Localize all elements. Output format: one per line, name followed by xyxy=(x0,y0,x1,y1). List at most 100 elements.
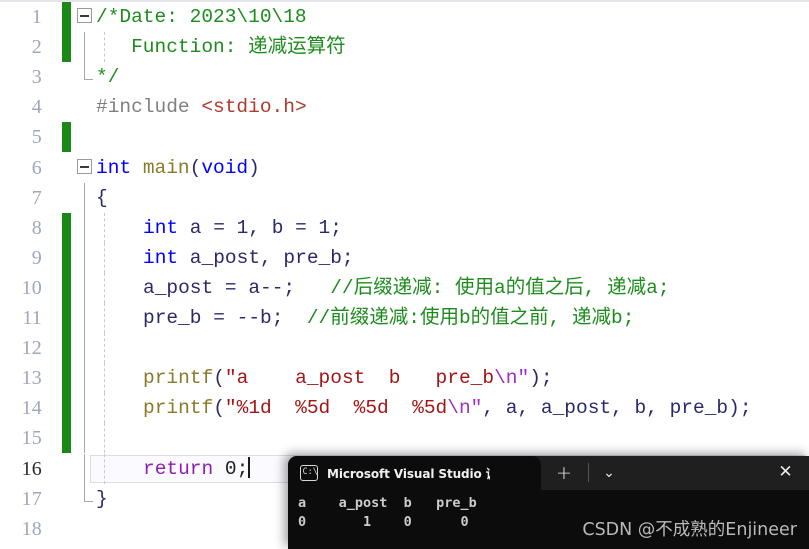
fold-region-line xyxy=(84,393,85,424)
indent-guide xyxy=(104,423,105,454)
fold-region-line xyxy=(84,423,85,454)
fold-region-line xyxy=(84,32,85,63)
token-comment-mid: Function: 递减运算符 xyxy=(96,36,346,59)
line-number: 18 xyxy=(21,517,42,540)
line-number: 11 xyxy=(22,307,42,329)
token-keyword-int: int xyxy=(96,156,132,179)
line-number: 8 xyxy=(31,216,42,239)
code-text: printf("%1d %5d %5d %5d\n", a, a_post, b… xyxy=(143,393,752,423)
editor-line[interactable]: 11 pre_b = --b; //前缀递减:使用b的值之前, 递减b; xyxy=(0,303,809,334)
token-escape-newline: \n" xyxy=(494,367,530,390)
editor-line[interactable]: 13 printf("a a_post b pre_b\n"); xyxy=(0,363,809,394)
fold-region-line xyxy=(84,62,85,81)
fold-column[interactable] xyxy=(76,2,96,32)
editor-line[interactable]: 12 xyxy=(0,333,809,364)
editor-line[interactable]: 4 #include <stdio.h> xyxy=(0,92,809,122)
token-function-main: main xyxy=(142,156,190,179)
change-bar xyxy=(62,122,71,153)
code-text: pre_b = --b; //前缀递减:使用b的值之前, 递减b; xyxy=(143,303,634,333)
fold-region-line xyxy=(84,363,85,394)
editor-line[interactable]: 14 printf("%1d %5d %5d %5d\n", a, a_post… xyxy=(0,393,809,424)
token-paren-open: ( xyxy=(213,397,225,420)
fold-region-end xyxy=(84,500,93,502)
editor-line[interactable]: 2 Function: 递减运算符 xyxy=(0,32,809,63)
change-bar xyxy=(62,363,71,394)
csdn-watermark: CSDN @不成熟的Enjineer xyxy=(582,520,797,540)
indent-guide xyxy=(104,272,105,303)
line-number: 3 xyxy=(31,66,42,89)
editor-line[interactable]: 8 int a = 1, b = 1; xyxy=(0,212,809,243)
fold-region-line xyxy=(84,333,85,364)
fold-column xyxy=(76,423,96,454)
token-preprocessor: #include xyxy=(96,96,202,119)
fold-column xyxy=(76,212,96,243)
line-number: 1 xyxy=(31,6,42,28)
token-keyword-int: int xyxy=(143,216,179,239)
code-text: int main(void) xyxy=(96,153,260,183)
line-number: 6 xyxy=(31,156,42,179)
console-tab-title: Microsoft Visual Studio 调试控制台 xyxy=(327,466,490,481)
indent-guide xyxy=(104,242,105,273)
fold-column xyxy=(76,483,96,514)
token-number-zero: 0; xyxy=(213,457,249,480)
fold-column[interactable] xyxy=(76,153,96,183)
editor-line[interactable]: 7 { xyxy=(0,182,809,213)
console-tab[interactable]: C:\ Microsoft Visual Studio 调试控制台 xyxy=(288,456,541,490)
line-number: 17 xyxy=(21,487,42,510)
change-bar xyxy=(62,272,71,303)
console-output-area[interactable]: a a_post b pre_b 0 1 0 0 CSDN @不成熟的Enjin… xyxy=(288,490,809,549)
chevron-down-icon[interactable]: ⌄ xyxy=(598,462,620,484)
change-bar xyxy=(62,423,71,454)
fold-column xyxy=(76,303,96,334)
fold-region-end xyxy=(84,79,93,81)
code-text: int a = 1, b = 1; xyxy=(143,213,342,243)
token-statement-a-post: a_post = a--; xyxy=(143,276,296,299)
console-icon: C:\ xyxy=(300,465,318,481)
fold-region-line xyxy=(84,303,85,334)
fold-column xyxy=(76,242,96,273)
line-number: 15 xyxy=(21,427,42,450)
token-comment-prefix: //前缀递减:使用b的值之前, 递减b; xyxy=(306,307,635,329)
fold-collapse-icon[interactable] xyxy=(77,8,92,23)
token-paren-close: ) xyxy=(248,156,260,179)
fold-region-line xyxy=(84,272,85,303)
fold-region-line xyxy=(84,212,85,243)
debug-console-window[interactable]: C:\ Microsoft Visual Studio 调试控制台 ✕ + ⌄ … xyxy=(288,456,809,549)
editor-line[interactable]: 9 int a_post, pre_b; xyxy=(0,242,809,273)
editor-line[interactable]: 6 int main(void) xyxy=(0,153,809,183)
console-tab-bar[interactable]: C:\ Microsoft Visual Studio 调试控制台 ✕ + ⌄ xyxy=(288,456,809,490)
fold-region-line xyxy=(84,182,85,213)
token-paren-open: ( xyxy=(189,156,202,179)
line-number: 16 xyxy=(21,457,42,480)
change-bar xyxy=(62,393,71,424)
line-number: 12 xyxy=(21,337,42,360)
token-paren-open: ( xyxy=(213,367,225,390)
indent-guide xyxy=(104,393,105,424)
fold-column xyxy=(76,182,96,213)
editor-line[interactable]: 10 a_post = a--; //后缀递减: 使用a的值之后, 递减a; xyxy=(0,272,809,303)
token-function-printf: printf xyxy=(143,367,214,390)
fold-column xyxy=(76,333,96,364)
code-text: #include <stdio.h> xyxy=(96,92,307,122)
change-bar xyxy=(62,212,71,243)
token-string-format: "%1d %5d %5d %5d xyxy=(224,397,448,420)
change-bar xyxy=(62,2,71,33)
code-text: /*Date: 2023\10\18 xyxy=(96,2,307,32)
editor-line[interactable]: 3 */ xyxy=(0,62,809,92)
console-icon-glyph: C:\ xyxy=(302,467,318,477)
token-declaration-post-pre: a_post, pre_b; xyxy=(178,246,354,269)
editor-line[interactable]: 1 /*Date: 2023\10\18 xyxy=(0,2,809,33)
token-brace-close: } xyxy=(96,487,108,510)
line-number: 4 xyxy=(31,96,42,119)
fold-region-line xyxy=(84,242,85,273)
token-comment-postfix: //后缀递减: 使用a的值之后, 递减a; xyxy=(330,276,670,299)
indent-guide xyxy=(104,453,105,484)
token-keyword-int: int xyxy=(143,246,179,269)
close-icon[interactable]: ✕ xyxy=(776,463,795,482)
fold-collapse-icon[interactable] xyxy=(77,158,92,174)
editor-line[interactable]: 5 xyxy=(0,122,809,153)
editor-line[interactable]: 15 xyxy=(0,423,809,454)
token-printf-args: , a, a_post, b, pre_b); xyxy=(482,397,752,420)
code-text: { xyxy=(96,183,108,213)
new-tab-icon[interactable]: + xyxy=(554,463,574,483)
